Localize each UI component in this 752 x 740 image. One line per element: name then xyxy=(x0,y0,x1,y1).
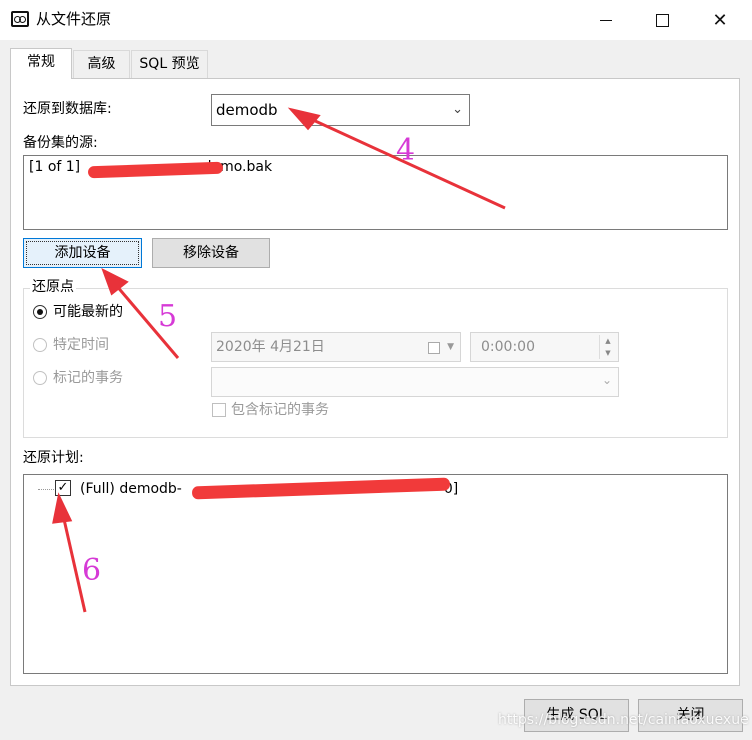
annotation-number-5: 5 xyxy=(158,299,177,334)
arrowhead-6 xyxy=(52,492,73,524)
arrowhead-4 xyxy=(287,107,321,131)
annotation-layer: 4 5 6 xyxy=(52,107,506,613)
watermark: https://blog.csdn.net/cainiaoxuexue xyxy=(498,712,749,728)
annotation-number-4: 4 xyxy=(396,133,415,168)
annotation-number-6: 6 xyxy=(82,553,101,588)
arrowhead-5 xyxy=(101,267,129,296)
